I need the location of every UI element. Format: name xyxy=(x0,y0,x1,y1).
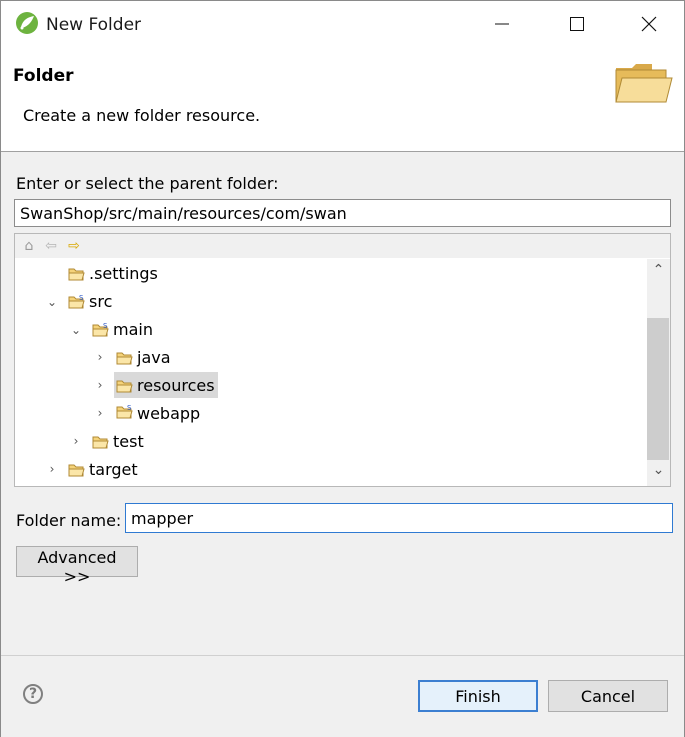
cancel-button[interactable]: Cancel xyxy=(548,680,668,712)
tree-item-settings[interactable]: .settings xyxy=(89,264,158,283)
maximize-icon xyxy=(570,17,584,31)
svg-text:S: S xyxy=(127,405,132,412)
scrollbar-thumb[interactable] xyxy=(647,318,669,460)
folder-icon xyxy=(68,464,85,477)
source-folder-icon: S xyxy=(68,295,85,309)
finish-button[interactable]: Finish xyxy=(418,680,538,712)
back-arrow-icon[interactable]: ⇦ xyxy=(43,238,59,254)
scroll-down-icon[interactable]: ⌄ xyxy=(647,462,670,482)
folder-icon xyxy=(68,268,85,281)
dialog-header xyxy=(1,47,684,152)
minimize-icon xyxy=(495,23,509,25)
chevron-down-icon[interactable]: ⌄ xyxy=(46,296,58,308)
source-folder-icon: S xyxy=(92,323,109,337)
tree-item-target[interactable]: target xyxy=(89,460,138,479)
tree-item-webapp[interactable]: webapp xyxy=(137,404,200,423)
close-button[interactable] xyxy=(626,1,672,47)
window-title: New Folder xyxy=(46,15,142,35)
source-folder-icon: S xyxy=(116,405,133,419)
close-icon xyxy=(641,16,657,32)
parent-folder-label: Enter or select the parent folder: xyxy=(16,174,279,193)
help-icon[interactable]: ? xyxy=(23,684,43,704)
scroll-up-icon[interactable]: ⌃ xyxy=(647,262,670,282)
folder-icon xyxy=(92,436,109,449)
page-title: Folder xyxy=(13,66,74,86)
tree-item-java[interactable]: java xyxy=(137,348,171,367)
chevron-right-icon[interactable]: › xyxy=(94,379,106,391)
chevron-down-icon[interactable]: ⌄ xyxy=(70,324,82,336)
chevron-right-icon[interactable]: › xyxy=(94,351,106,363)
tree-item-test[interactable]: test xyxy=(113,432,144,451)
tree-toolbar xyxy=(15,234,670,258)
tree-item-main[interactable]: main xyxy=(113,320,153,339)
forward-arrow-icon[interactable]: ⇨ xyxy=(66,238,82,254)
folder-banner-icon xyxy=(615,64,673,103)
advanced-button[interactable]: Advanced >> xyxy=(16,546,138,586)
chevron-right-icon[interactable]: › xyxy=(46,463,58,475)
folder-name-input[interactable] xyxy=(125,503,673,533)
svg-text:S: S xyxy=(79,295,84,302)
page-description: Create a new folder resource. xyxy=(23,106,261,125)
svg-text:S: S xyxy=(103,323,108,330)
tree-item-resources[interactable]: resources xyxy=(137,376,215,395)
folder-icon xyxy=(116,352,133,365)
home-icon[interactable]: ⌂ xyxy=(21,238,37,254)
chevron-right-icon[interactable]: › xyxy=(94,407,106,419)
spring-app-icon xyxy=(16,12,38,34)
folder-name-label: Folder name: xyxy=(16,511,122,530)
folder-icon xyxy=(116,380,133,393)
maximize-button[interactable] xyxy=(554,1,600,47)
minimize-button[interactable] xyxy=(479,1,525,47)
chevron-right-icon[interactable]: › xyxy=(70,435,82,447)
parent-folder-input[interactable] xyxy=(14,199,671,227)
tree-item-src[interactable]: src xyxy=(89,292,112,311)
